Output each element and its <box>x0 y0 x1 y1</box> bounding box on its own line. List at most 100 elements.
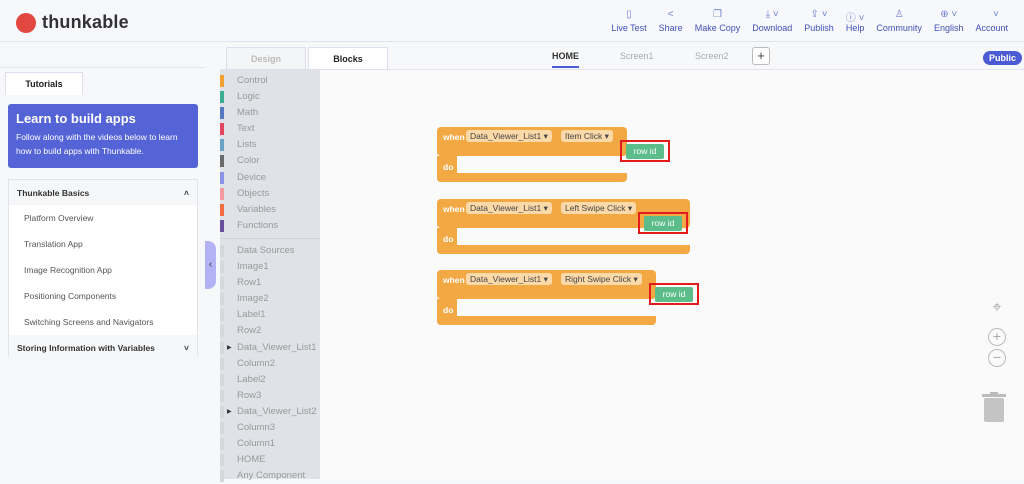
component-dropdown[interactable]: Data_Viewer_List1 ▾ <box>466 130 552 142</box>
tab-design[interactable]: Design <box>226 47 306 70</box>
section-storing-variables[interactable]: Storing Information with Variables ˅ <box>9 335 197 360</box>
zoom-out-button[interactable]: − <box>988 349 1006 367</box>
event-dropdown[interactable]: Item Click ▾ <box>561 130 613 142</box>
zoom-in-button[interactable]: + <box>988 328 1006 346</box>
row-id-highlight: row id <box>638 212 688 234</box>
section-thunkable-basics[interactable]: Thunkable Basics ˄ <box>9 180 197 205</box>
nav-label: Download <box>752 23 793 33</box>
info-icon: ⓘ ˅ <box>845 13 865 24</box>
toolbox-component[interactable]: Column3 <box>220 420 320 436</box>
help-button[interactable]: ⓘ ˅ Help <box>840 9 871 33</box>
category-color-swatch <box>220 203 224 216</box>
event-dropdown[interactable]: Left Swipe Click ▾ <box>561 202 637 214</box>
trash-icon[interactable] <box>982 392 1006 422</box>
community-icon: ♙ <box>894 9 904 20</box>
community-button[interactable]: ♙ Community <box>870 9 928 33</box>
toolbox-component[interactable]: Label2 <box>220 372 320 388</box>
blocks-workspace[interactable] <box>320 70 1024 479</box>
nav-label: Community <box>876 23 922 33</box>
logo-mascot-icon <box>16 12 36 33</box>
toolbox-category[interactable]: Objects <box>220 186 320 202</box>
tutorial-item[interactable]: Positioning Components <box>9 283 197 309</box>
component-dropdown[interactable]: Data_Viewer_List1 ▾ <box>466 202 552 214</box>
publish-button[interactable]: ⇪ ˅ Publish <box>798 9 840 33</box>
nav-label: Share <box>658 23 683 33</box>
toolbox-component[interactable]: HOME <box>220 452 320 468</box>
banner-title: Learn to build apps <box>16 111 136 126</box>
toolbox-component[interactable]: Any Component <box>220 468 320 484</box>
nav-label: Make Copy <box>694 23 741 33</box>
toolbox-category[interactable]: Lists <box>220 137 320 153</box>
tab-blocks[interactable]: Blocks <box>308 47 388 70</box>
tutorial-item[interactable]: Image Recognition App <box>9 257 197 283</box>
language-button[interactable]: ⊕ ˅ English <box>928 9 970 33</box>
category-label: Device <box>237 171 267 183</box>
toolbox-component[interactable]: Label1 <box>220 307 320 323</box>
expand-arrow-icon[interactable]: ▶ <box>227 404 232 420</box>
thunkable-logo[interactable]: thunkable <box>16 12 129 33</box>
component-label: Image1 <box>237 261 269 273</box>
block-bottom <box>437 173 627 182</box>
toolbox-category[interactable]: Functions <box>220 218 320 234</box>
download-button[interactable]: ⤓ ˅ Download <box>746 9 798 33</box>
toolbox-category[interactable]: Logic <box>220 89 320 105</box>
row-id-parameter[interactable]: row id <box>644 216 682 231</box>
category-color-swatch <box>220 107 224 120</box>
public-badge[interactable]: Public <box>982 51 1022 65</box>
toolbox-component[interactable]: ▶ Data_Viewer_List1 <box>220 340 320 356</box>
block-bottom <box>437 245 690 254</box>
component-swatch <box>220 373 224 386</box>
dropdown-value: Data_Viewer_List1 <box>470 203 542 213</box>
screen-tab-screen2[interactable]: Screen2 <box>695 51 729 61</box>
category-label: Control <box>237 75 268 86</box>
category-label: Lists <box>237 139 257 151</box>
category-color-swatch <box>220 139 224 152</box>
event-block[interactable]: when Data_Viewer_List1 ▾ Item Click ▾ <box>437 127 627 156</box>
section-title: Storing Information with Variables <box>17 342 155 353</box>
nav-label: Help <box>845 23 865 33</box>
component-swatch <box>220 389 224 402</box>
component-dropdown[interactable]: Data_Viewer_List1 ▾ <box>466 273 552 285</box>
toolbox-component[interactable]: Data Sources <box>220 243 320 259</box>
toolbox-category[interactable]: Color <box>220 153 320 169</box>
category-color-swatch <box>220 91 224 104</box>
toolbox-component[interactable]: Row2 <box>220 323 320 339</box>
when-label: when <box>443 275 465 285</box>
event-block[interactable]: when Data_Viewer_List1 ▾ Right Swipe Cli… <box>437 270 656 299</box>
row-id-parameter[interactable]: row id <box>626 144 664 159</box>
component-swatch <box>220 405 224 418</box>
component-swatch <box>220 341 224 354</box>
expand-arrow-icon[interactable]: ▶ <box>227 340 232 356</box>
toolbox-component[interactable]: Row1 <box>220 275 320 291</box>
tutorial-item[interactable]: Platform Overview <box>9 205 197 231</box>
toolbox-category[interactable]: Device <box>220 170 320 186</box>
toolbox-category[interactable]: Math <box>220 105 320 121</box>
toolbox-category[interactable]: Control <box>220 73 320 89</box>
row-id-parameter[interactable]: row id <box>655 287 693 302</box>
live-test-button[interactable]: ▯ Live Test <box>605 9 652 33</box>
chevron-up-icon: ˄ <box>184 187 189 198</box>
toolbox-component[interactable]: Row3 <box>220 388 320 404</box>
toolbox-category[interactable]: Variables <box>220 202 320 218</box>
category-label: Math <box>237 107 259 119</box>
learn-banner: Learn to build apps Follow along with the… <box>8 104 198 168</box>
tab-tutorials[interactable]: Tutorials <box>5 72 83 95</box>
toolbox-component[interactable]: Image2 <box>220 291 320 307</box>
screen-tab-home[interactable]: HOME <box>552 51 579 68</box>
dropdown-value: Data_Viewer_List1 <box>470 131 542 141</box>
make-copy-button[interactable]: ❐ Make Copy <box>689 9 747 33</box>
account-button[interactable]: ˅ Account <box>969 9 1014 33</box>
toolbox-component[interactable]: Column1 <box>220 436 320 452</box>
share-button[interactable]: < Share <box>653 9 689 33</box>
event-dropdown[interactable]: Right Swipe Click ▾ <box>561 273 642 285</box>
toolbox-component[interactable]: Column2 <box>220 356 320 372</box>
toolbox-component[interactable]: ▶ Data_Viewer_List2 <box>220 404 320 420</box>
collapse-panel-button[interactable]: ‹ <box>205 241 216 289</box>
tutorial-item[interactable]: Translation App <box>9 231 197 257</box>
tutorial-item[interactable]: Switching Screens and Navigators <box>9 309 197 335</box>
add-screen-button[interactable]: + <box>752 47 770 65</box>
screen-tab-screen1[interactable]: Screen1 <box>620 51 654 61</box>
toolbox-category[interactable]: Text <box>220 121 320 137</box>
recenter-icon[interactable]: ⌖ <box>988 300 1006 318</box>
toolbox-component[interactable]: Image1 <box>220 259 320 275</box>
